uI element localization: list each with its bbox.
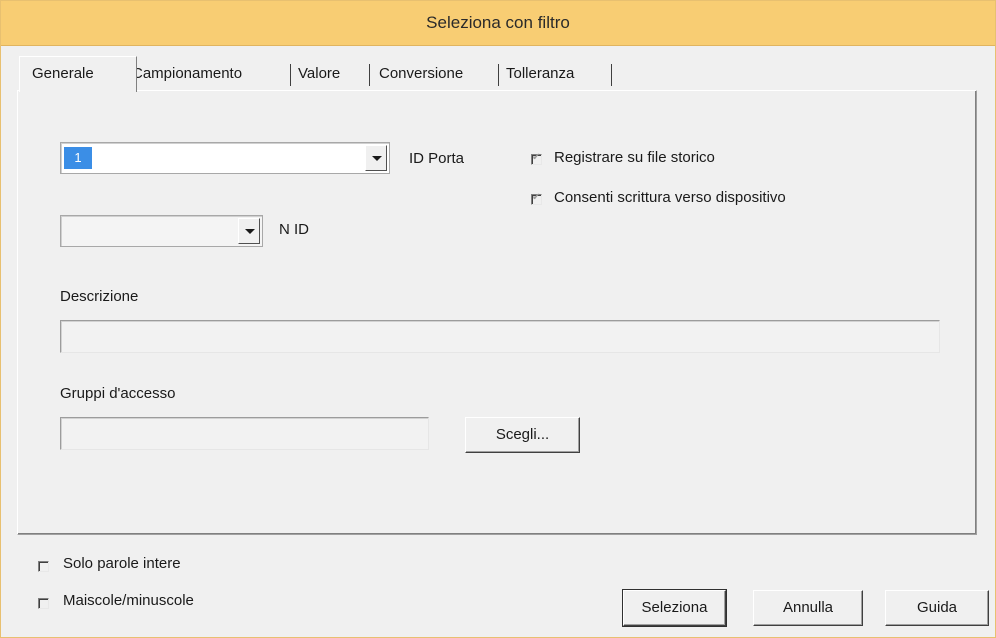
tab-label: Valore (298, 65, 341, 82)
button-label: Seleziona (641, 599, 708, 616)
log-history-checkbox[interactable]: ✔ (531, 152, 542, 165)
tab-label: Campionamento (132, 65, 243, 82)
tab-generale[interactable]: Generale (19, 56, 137, 92)
access-groups-label: Gruppi d'accesso (60, 385, 176, 402)
combo-selected-value: 1 (64, 147, 92, 169)
access-groups-field[interactable] (60, 417, 429, 450)
whole-words-label: Solo parole intere (63, 555, 181, 572)
description-field[interactable] (60, 320, 940, 353)
tab-separator (369, 64, 370, 86)
help-button[interactable]: Guida (885, 590, 989, 626)
log-history-label: Registrare su file storico (554, 149, 715, 166)
tab-separator (611, 64, 612, 86)
port-id-label: ID Porta (409, 150, 465, 167)
tab-label: Conversione (379, 65, 464, 82)
dropdown-button[interactable] (238, 218, 260, 244)
allow-write-label: Consenti scrittura verso dispositivo (554, 189, 786, 206)
whole-words-checkbox[interactable] (38, 561, 49, 572)
select-button[interactable]: Seleziona (622, 589, 727, 627)
check-icon: ✔ (532, 152, 541, 163)
check-icon: ✔ (532, 192, 541, 203)
nid-combo[interactable] (60, 215, 263, 247)
match-case-checkbox[interactable] (38, 598, 49, 609)
tab-conversione[interactable]: Conversione (379, 58, 463, 90)
tab-tolleranza[interactable]: Tolleranza (506, 58, 574, 90)
tab-separator (498, 64, 499, 86)
choose-groups-button[interactable]: Scegli... (465, 417, 580, 453)
button-label: Scegli... (495, 426, 550, 443)
chevron-down-icon (245, 229, 255, 234)
dropdown-button[interactable] (365, 145, 387, 171)
tab-panel-generale: 1 ID Porta ✔ Registrare su file storico … (17, 90, 977, 535)
match-case-label: Maiscole/minuscole (63, 592, 194, 609)
tab-separator (290, 64, 291, 86)
nid-label: N ID (279, 221, 309, 238)
cancel-button[interactable]: Annulla (753, 590, 863, 626)
dialog-window: Seleziona con filtro Generale Campioname… (0, 0, 996, 638)
button-label: Guida (916, 599, 958, 616)
tab-label: Tolleranza (506, 65, 575, 82)
title-bar[interactable]: Seleziona con filtro (1, 1, 995, 46)
tab-campionamento[interactable]: Campionamento (132, 58, 242, 90)
allow-write-checkbox[interactable]: ✔ (531, 192, 542, 205)
button-label: Annulla (782, 599, 834, 616)
port-id-combo[interactable]: 1 (60, 142, 390, 174)
tab-valore[interactable]: Valore (298, 58, 340, 90)
tab-label: Generale (32, 65, 94, 82)
chevron-down-icon (372, 156, 382, 161)
dialog-title: Seleziona con filtro (426, 13, 570, 32)
description-label: Descrizione (60, 288, 139, 305)
